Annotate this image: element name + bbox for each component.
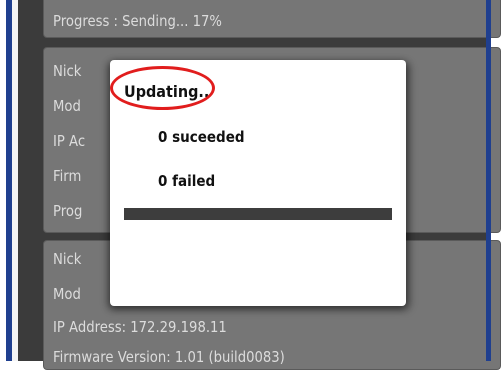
dialog-title: Updating.. (124, 82, 210, 101)
failed-count: 0 failed (158, 172, 216, 190)
device-3-firmware: Firmware Version: 1.01 (build0083) (53, 348, 285, 366)
device-2-ip: IP Ac (53, 132, 86, 150)
device-2-nickname: Nick (53, 62, 82, 80)
update-progress-fill (124, 208, 392, 220)
device-3-model: Mod (53, 285, 81, 303)
device-3-nickname: Nick (53, 250, 82, 268)
device-3-ip: IP Address: 172.29.198.11 (53, 318, 227, 336)
device-1-progress: Progress : Sending... 17% (53, 12, 222, 30)
device-2-firmware: Firm (53, 167, 82, 185)
update-progress-bar (124, 208, 392, 220)
scrollbar[interactable] (486, 0, 491, 361)
device-2-progress: Prog (53, 202, 83, 220)
update-dialog: Updating.. 0 suceeded 0 failed (110, 60, 406, 306)
succeeded-count: 0 suceeded (158, 128, 245, 146)
device-2-model: Mod (53, 97, 81, 115)
